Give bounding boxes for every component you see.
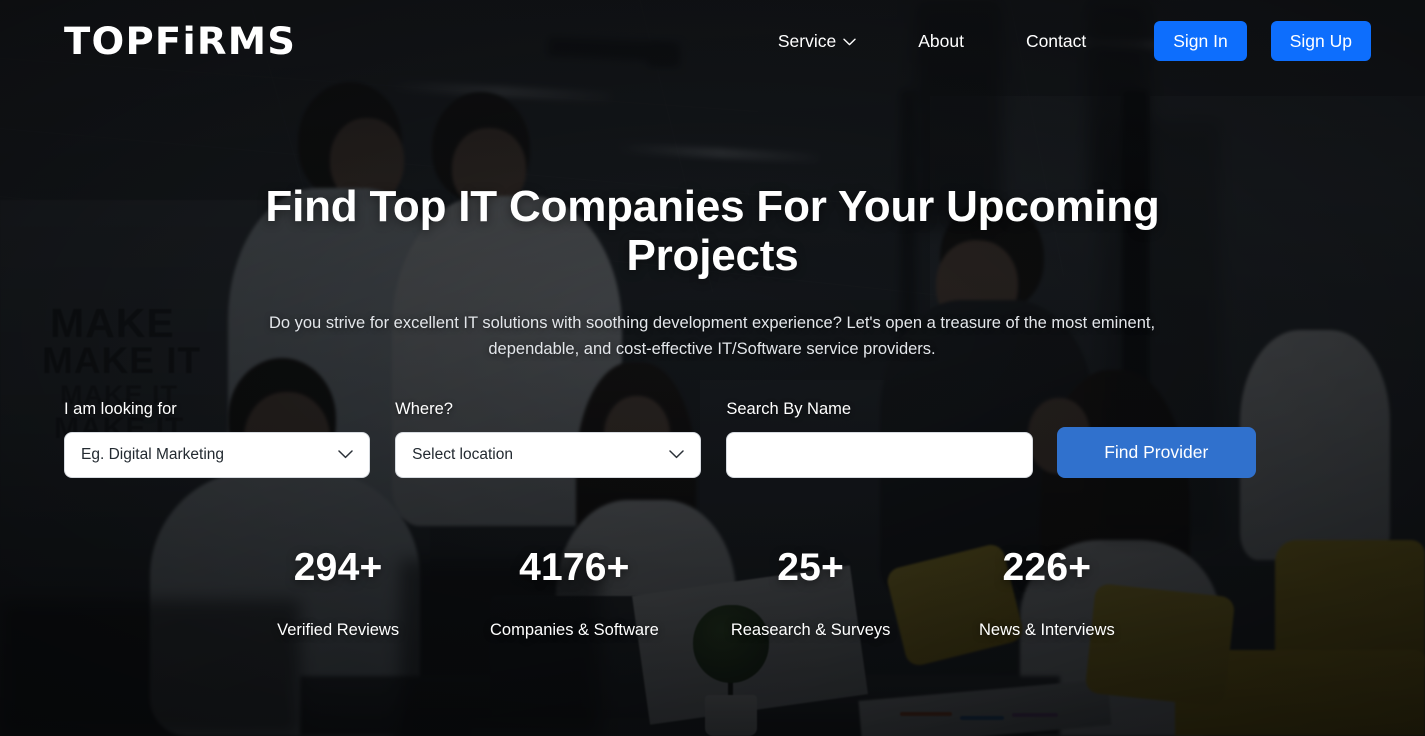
stat-item: 226+ News & Interviews [929, 546, 1165, 640]
stat-label: Companies & Software [490, 620, 659, 639]
main-navigation: Service About Contact Sign In Sign Up [768, 20, 1371, 62]
page-subtitle: Do you strive for excellent IT solutions… [268, 314, 1156, 358]
stat-value: 226+ [1002, 546, 1092, 589]
nav-item-label: About [918, 30, 964, 51]
location-field-group: Where? Select location [395, 400, 702, 478]
stat-item: 4176+ Companies & Software [456, 546, 692, 640]
nav-item-about[interactable]: About [908, 25, 974, 58]
chevron-down-icon [669, 450, 685, 459]
nav-item-label: Service [777, 30, 837, 51]
stat-value: 294+ [293, 546, 383, 589]
nav-item-contact[interactable]: Contact [1016, 25, 1096, 58]
stat-label: Reasearch & Surveys [730, 620, 891, 639]
stat-label: News & Interviews [979, 620, 1115, 639]
chevron-down-icon [338, 450, 353, 459]
stat-item: 294+ Verified Reviews [220, 546, 456, 640]
service-field-group: I am looking for Eg. Digital Marketing [64, 400, 371, 478]
location-field-label: Where? [395, 400, 453, 418]
stat-value: 4176+ [519, 546, 630, 589]
site-header: TOPFiRMS Service About Contact Sign In S… [0, 0, 1425, 82]
sign-in-button[interactable]: Sign In [1154, 20, 1247, 62]
location-select[interactable]: Select location [395, 431, 702, 478]
nav-item-label: Contact [1025, 30, 1087, 51]
name-field-group: Search By Name [726, 400, 1033, 478]
location-select-value: Select location [412, 445, 513, 463]
chevron-down-icon [843, 38, 856, 46]
stats-row: 294+ Verified Reviews 4176+ Companies & … [220, 546, 1165, 640]
service-select[interactable]: Eg. Digital Marketing [64, 431, 371, 478]
hero-section: MAKE MAKE IT MAKE IT MAKE IT [0, 0, 1425, 736]
search-name-input-wrap[interactable] [726, 431, 1033, 478]
stat-item: 25+ Reasearch & Surveys [693, 546, 929, 640]
service-field-label: I am looking for [64, 400, 177, 418]
stat-value: 25+ [777, 546, 844, 589]
hero-content: Find Top IT Companies For Your Upcoming … [0, 0, 1425, 736]
stat-label: Verified Reviews [277, 620, 400, 639]
find-provider-button[interactable]: Find Provider [1056, 426, 1257, 478]
service-select-value: Eg. Digital Marketing [81, 445, 225, 463]
nav-item-service[interactable]: Service [768, 25, 866, 58]
name-field-label: Search By Name [726, 400, 852, 418]
page-title: Find Top IT Companies For Your Upcoming … [265, 182, 1160, 281]
sign-up-button[interactable]: Sign Up [1270, 20, 1371, 62]
site-logo[interactable]: TOPFiRMS [64, 23, 296, 60]
provider-search-form: I am looking for Eg. Digital Marketing W… [64, 400, 1257, 478]
